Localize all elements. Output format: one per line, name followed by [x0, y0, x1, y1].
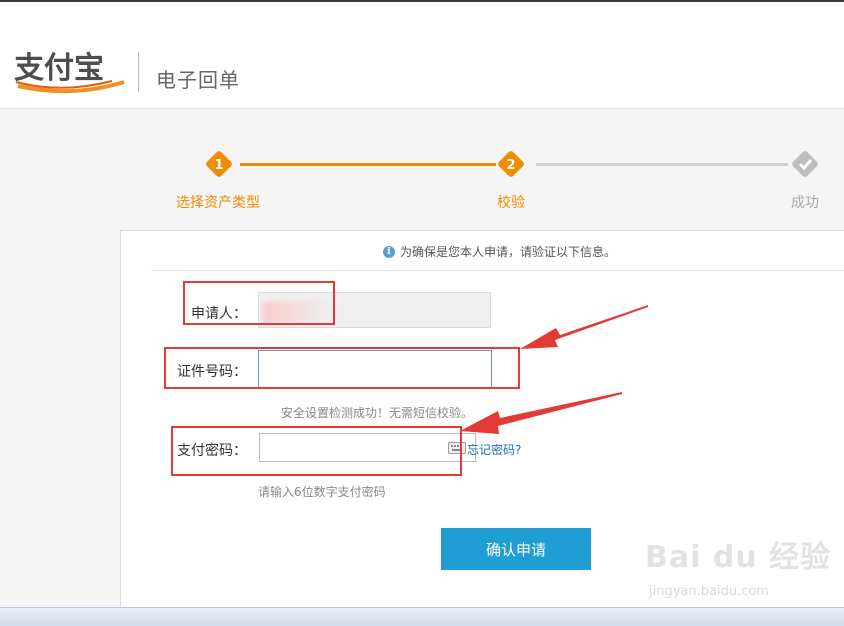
- progress-steps: 1 2 选择资产类型 校验 成功: [0, 140, 844, 220]
- alipay-logo: 支付宝: [14, 51, 125, 94]
- browser-status-bar: [0, 607, 844, 626]
- step-1-diamond-icon: 1: [206, 151, 232, 177]
- step-connector-todo: [536, 163, 788, 166]
- baidu-jingyan-watermark: Bai du 经验 jingyan.baidu.com: [645, 532, 830, 604]
- forgot-password-link[interactable]: 忘记密码?: [467, 441, 521, 458]
- security-check-hint: 安全设置检测成功！无需短信校验。: [281, 406, 474, 420]
- annotation-box-applicant: [183, 281, 335, 325]
- step-connector-done: [240, 163, 496, 166]
- step-2-label: 校验: [497, 195, 525, 211]
- page-header: 支付宝 电子回单: [0, 2, 844, 109]
- logo-wordmark: 支付宝: [14, 51, 104, 86]
- confirm-apply-button[interactable]: 确认申请: [441, 528, 591, 570]
- notice-divider: [151, 270, 844, 271]
- watermark-url: jingyan.baidu.com: [649, 584, 769, 599]
- info-icon: i: [383, 245, 395, 258]
- step-3-check-icon: [792, 151, 818, 177]
- step-2-number: 2: [506, 158, 515, 173]
- password-hint: 请输入6位数字支付密码: [258, 485, 386, 499]
- step-3-label: 成功: [791, 195, 819, 211]
- annotation-box-id-number: [164, 347, 520, 389]
- logo-divider: [138, 52, 139, 92]
- step-1-label: 选择资产类型: [176, 195, 260, 211]
- page-title: 电子回单: [156, 68, 240, 92]
- watermark-brand: Bai du 经验: [645, 540, 832, 575]
- form-notice: i 为确保是您本人申请，请验证以下信息。: [383, 243, 616, 260]
- annotation-box-password: [171, 426, 462, 476]
- step-1-number: 1: [214, 158, 223, 173]
- notice-text: 为确保是您本人申请，请验证以下信息。: [400, 245, 617, 259]
- step-2-diamond-icon: 2: [498, 151, 524, 177]
